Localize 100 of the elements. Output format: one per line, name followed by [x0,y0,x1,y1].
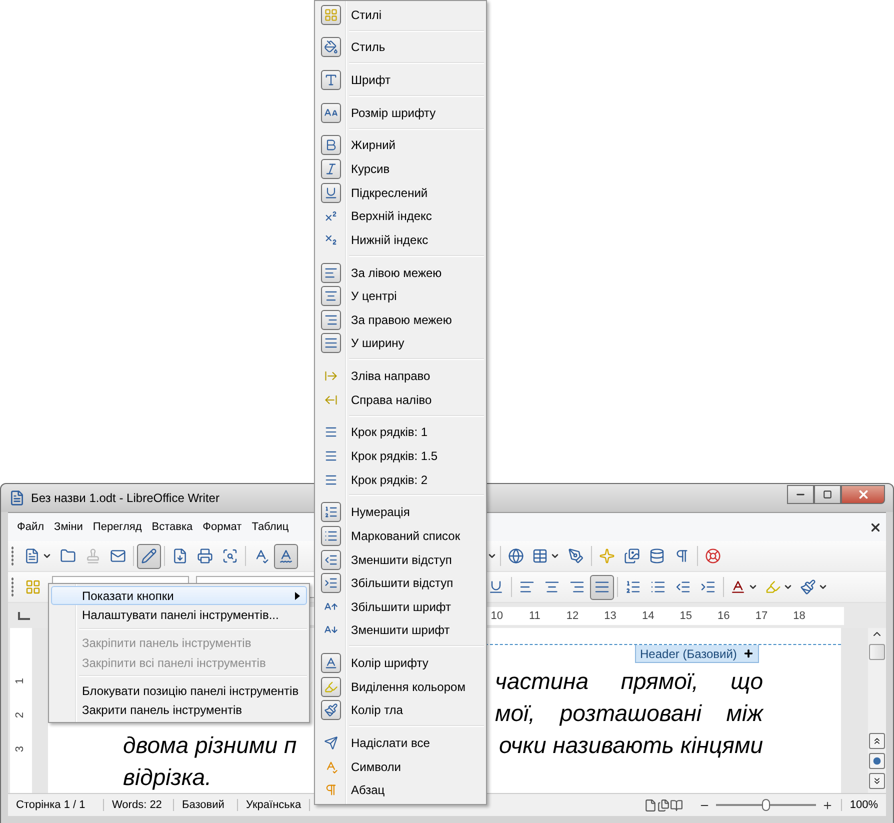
indent-increase-icon [700,579,716,595]
maximize-icon [823,490,832,499]
menu-item[interactable]: Колір шрифту [317,651,484,675]
menu-item[interactable]: Нижній індекс [317,228,484,252]
menu-item[interactable]: Шрифт [317,68,484,92]
menu-item[interactable]: Курсив [317,157,484,181]
font-color-icon [730,579,746,595]
menu-item[interactable]: Надіслати все [317,731,484,755]
language: Українська [238,799,310,811]
document-text: очки називають кінцями [499,732,763,758]
menu-item[interactable]: За лівою межею [317,260,484,284]
menu-item[interactable]: Стиль [317,36,484,60]
page-style: Базовий [174,799,238,811]
indent-decrease-icon [675,579,691,595]
menu-item[interactable]: Зменшити шрифт [317,618,484,642]
document-icon [24,548,40,564]
menu-item[interactable]: Підкреслений [317,180,484,204]
menu-item[interactable]: Колір тла [317,698,484,722]
menu-item[interactable]: Зменшити відступ [317,548,484,572]
envelope-icon [110,548,126,564]
menu-item[interactable]: Нумерація [317,500,484,524]
lines-icon [324,425,338,440]
maximize-button[interactable] [814,485,841,504]
navigation-button[interactable] [869,753,885,769]
close-icon [856,488,870,501]
zoom-thumb[interactable] [762,799,770,811]
document-text: двома різними п [123,732,297,758]
menu-item[interactable]: Збільшити відступ [317,571,484,595]
menu-item[interactable]: Справа наліво [317,388,484,412]
spellcheck-icon [278,548,294,564]
menu-item[interactable]: У ширину [317,332,484,356]
ruler-number: 1 [14,678,27,684]
menu-item[interactable]: У центрі [317,284,484,308]
toolbar-button[interactable] [137,544,161,568]
menu-item[interactable]: Зліва направо [317,364,484,388]
toolbar-button[interactable] [274,544,298,568]
menu-item[interactable]: Стилі [317,3,484,27]
align-right-icon [569,579,585,595]
menu-item[interactable]: Крок рядків: 1.5 [317,444,484,468]
previous-page-button[interactable] [869,733,885,749]
subscript-icon [324,232,338,247]
pdf-file-icon [172,548,188,564]
table-icon [532,548,548,564]
menu-item[interactable]: Крок рядків: 1 [317,420,484,444]
menu-item[interactable]: Перегляд [88,521,147,533]
context-menu-item[interactable]: Показати кнопки [51,586,307,606]
document-text: частина [495,668,589,694]
ruler-number: 15 [678,610,693,622]
multi-page-icon[interactable] [656,798,670,812]
folder-icon [60,548,76,564]
ruler-number: 18 [792,610,806,622]
menu-item[interactable]: Верхній індекс [317,204,484,228]
menu-item[interactable]: Збільшити шрифт [317,594,484,619]
ruler-number: 3 [14,746,27,752]
scrollbar[interactable] [868,628,886,793]
spellcheck-icon [324,760,338,774]
send-icon [324,736,338,750]
book-view-icon[interactable] [670,798,683,812]
next-page-button[interactable] [869,773,885,789]
align-justify-icon [594,579,610,595]
menu-item[interactable]: Абзац [317,778,484,802]
document-text: між [726,700,763,726]
close-icon[interactable] [869,520,882,534]
menu-item[interactable]: Жирний [317,134,484,158]
images-icon [624,548,640,564]
double-down-icon [872,776,882,786]
context-menu-item[interactable]: Закрити панель інструментів [51,700,307,720]
single-page-icon[interactable] [644,798,657,812]
ruler-number: 17 [754,610,769,622]
numbered-list-icon [625,579,641,595]
bullet-list-icon [650,579,666,595]
menu-item[interactable]: Крок рядків: 2 [317,468,484,492]
context-menu-item[interactable]: Налаштувати панелі інструментів... [51,605,307,625]
pilcrow-icon [674,548,690,564]
menu-item[interactable]: Зміни [49,521,88,533]
header-tag[interactable]: Header (Базовий) [635,645,759,663]
toolbar-button[interactable] [590,574,614,600]
menu-item[interactable]: Формат [198,521,247,533]
minimize-button[interactable] [787,485,814,504]
context-menu-item[interactable]: Блокувати позицію панелі інструментів [51,681,307,701]
document-text: що [730,668,763,694]
lines-icon [324,472,338,487]
menu-item[interactable]: Символи [317,754,484,778]
menu-item[interactable]: Виділення кольором [317,674,484,699]
zoom-in-icon[interactable] [822,800,833,810]
menu-item[interactable]: Файл [12,521,50,533]
menu-item[interactable]: Маркований список [317,524,484,548]
ruler-number: 12 [565,610,580,622]
plus-icon [742,648,754,659]
align-left-icon [519,579,535,595]
tab-stop-icon[interactable] [18,612,30,620]
menu-item[interactable]: За правою межею [317,308,484,332]
menu-item[interactable]: Вставка [146,521,198,533]
document-text: мої, [495,700,536,726]
align-center-icon [544,579,560,595]
menu-item[interactable]: Таблиц [246,521,294,533]
scroll-thumb[interactable] [869,644,885,660]
menu-item[interactable]: Розмір шрифту [317,100,484,125]
close-button[interactable] [841,485,885,504]
superscript-icon [324,209,338,224]
